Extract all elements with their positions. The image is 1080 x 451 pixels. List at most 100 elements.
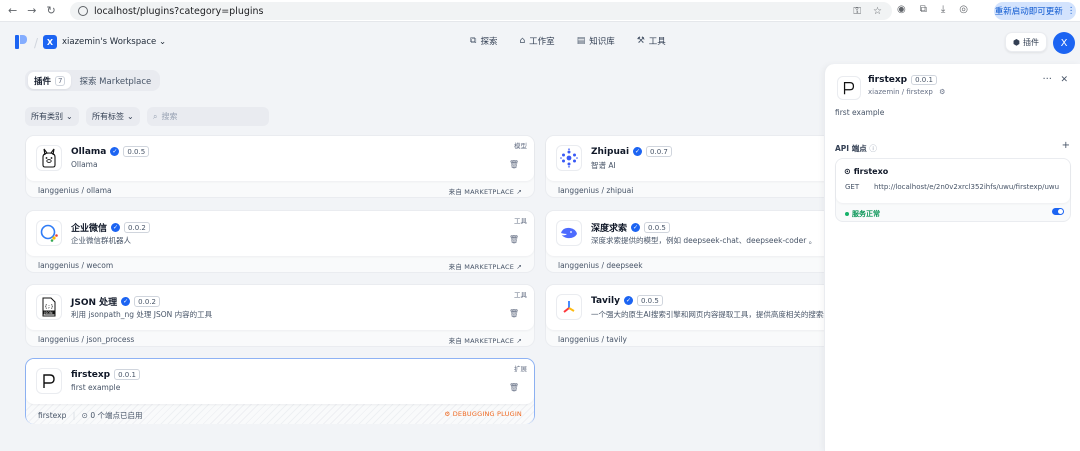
plugin-path: langgenius / tavily	[558, 335, 627, 344]
trash-icon[interactable]: 🗑	[509, 160, 519, 169]
plugin-description: 一个强大的原生AI搜索引擎和网页内容提取工具，提供高度相关的搜索结	[591, 310, 831, 319]
plugin-card-json-process[interactable]: {;} JSON JSON 处理 ✓ 0.0.2 利用 jsonpath_ng 处…	[25, 284, 535, 347]
nav-knowledge[interactable]: ▤ 知识库	[577, 35, 615, 47]
plugin-description: 深度求索提供的模型，例如 deepseek-chat、deepseek-code…	[591, 236, 817, 245]
workspace-name: xiazemin's Workspace	[62, 37, 157, 47]
trash-icon[interactable]: 🗑	[509, 235, 519, 244]
plugin-title: Tavily ✓ 0.0.5	[591, 295, 663, 306]
chevron-down-icon: ⌄	[127, 112, 134, 121]
plugin-title: Ollama ✓ 0.0.5	[71, 146, 150, 157]
browser-nav: ← → ↻	[0, 4, 68, 17]
workspace-avatar[interactable]: X	[43, 35, 57, 49]
key-icon[interactable]: ⚿	[853, 6, 861, 17]
endpoint-icon: ⊙	[844, 167, 851, 176]
panel-plugin-name: firstexp	[868, 75, 908, 85]
plugin-title: firstexp 0.0.1	[71, 369, 140, 380]
profile-icon[interactable]: ◎	[959, 4, 968, 15]
search-icon: ⌕	[153, 111, 158, 121]
reload-icon[interactable]: ↻	[46, 4, 55, 17]
tab-marketplace[interactable]: 探索 Marketplace	[73, 72, 157, 89]
browser-toolbar: ← → ↻ localhost/plugins?category=plugins…	[0, 0, 1080, 22]
user-avatar[interactable]: X	[1053, 32, 1075, 54]
plugin-description: 企业微信群机器人	[71, 236, 131, 245]
verified-icon: ✓	[633, 147, 643, 156]
bookmark-star-icon[interactable]: ☆	[873, 6, 882, 17]
debugging-plugin-label: DEBUGGING PLUGIN	[452, 410, 522, 418]
footer-divider: |	[72, 411, 76, 420]
panel-author-path-text: xiazemin / firstexp	[868, 88, 933, 96]
panel-description: first example	[835, 108, 885, 117]
dify-logo-icon[interactable]	[15, 35, 27, 49]
studio-icon: ⌂	[519, 36, 526, 46]
plugin-tabs: 插件 7 探索 Marketplace	[25, 70, 161, 91]
tab-plugins[interactable]: 插件 7	[28, 72, 72, 89]
plugin-description: 利用 jsonpath_ng 处理 JSON 内容的工具	[71, 310, 213, 319]
endpoint-url[interactable]: http://localhost/e/2n0v2xrcl352ihfs/uwu/…	[874, 183, 1064, 191]
category-filter[interactable]: 所有类别 ⌄	[25, 107, 79, 126]
category-label: 扩展	[514, 365, 527, 373]
firstexp-p-icon	[36, 368, 62, 394]
nav-studio-label: 工作室	[529, 37, 555, 47]
back-icon[interactable]: ←	[8, 4, 17, 17]
version-badge: 0.0.2	[124, 222, 150, 233]
endpoint-title: ⊙ firstexo	[844, 167, 888, 176]
update-button[interactable]: 重新启动即可更新 ⋮	[994, 2, 1076, 20]
puzzle-icon[interactable]: ⧉	[920, 4, 927, 15]
plugin-path: langgenius / ollama	[38, 186, 112, 195]
plugin-description: 智谱 AI	[591, 161, 616, 170]
trash-icon[interactable]: 🗑	[509, 383, 519, 392]
address-bar[interactable]: localhost/plugins?category=plugins ⚿ ☆	[70, 2, 892, 20]
plugins-button[interactable]: ⬢ 插件	[1005, 32, 1047, 52]
plugin-path: langgenius / wecom	[38, 261, 114, 270]
plugin-name: firstexp	[71, 369, 111, 380]
nav-explore[interactable]: ⧉ 探索	[470, 35, 497, 47]
explore-icon: ⧉	[470, 36, 477, 46]
category-label: 工具	[514, 217, 527, 225]
version-badge: 0.0.7	[646, 146, 672, 157]
workspace-switcher[interactable]: xiazemin's Workspace ⌄	[62, 37, 166, 47]
endpoints-enabled: 0 个端点已启用	[90, 411, 143, 420]
url-text[interactable]: localhost/plugins?category=plugins	[94, 6, 264, 17]
forward-icon[interactable]: →	[27, 4, 36, 17]
plugins-button-label: 插件	[1022, 37, 1039, 47]
plugin-title: 企业微信 ✓ 0.0.2	[71, 221, 150, 234]
plugin-path: firstexp | ⊙ 0 个端点已启用	[38, 410, 143, 421]
tag-filter-label: 所有标签	[92, 112, 124, 121]
plugin-title: Zhipuai ✓ 0.0.7	[591, 146, 672, 157]
app-header: / X xiazemin's Workspace ⌄ ⧉ 探索 ⌂ 工作室 ▤ …	[0, 23, 1080, 63]
more-options-icon[interactable]: ···	[1042, 74, 1052, 85]
endpoint-status: 服务正常	[845, 209, 880, 219]
nav-studio[interactable]: ⌂ 工作室	[519, 35, 554, 47]
endpoint-toggle[interactable]	[1052, 208, 1064, 215]
extension-icon[interactable]: ◉	[897, 4, 906, 15]
update-label: 重新启动即可更新	[994, 7, 1063, 17]
plugin-card-wecom[interactable]: 企业微信 ✓ 0.0.2 企业微信群机器人 工具 🗑 langgenius / …	[25, 210, 535, 273]
marketplace-link[interactable]: 来自 MARKETPLACE ↗	[449, 186, 522, 196]
svg-text:{;}: {;}	[45, 304, 54, 310]
site-info-icon[interactable]	[78, 6, 88, 16]
plugin-path: langgenius / zhipuai	[558, 186, 634, 195]
close-icon[interactable]: ✕	[1060, 75, 1068, 85]
nav-tools[interactable]: ⚒ 工具	[637, 35, 666, 47]
plugin-card-ollama[interactable]: Ollama ✓ 0.0.5 Ollama 模型 🗑 langgenius / …	[25, 135, 535, 198]
version-badge: 0.0.2	[134, 296, 160, 307]
tavily-icon	[556, 294, 582, 320]
tag-filter[interactable]: 所有标签 ⌄	[86, 107, 140, 126]
trash-icon[interactable]: 🗑	[509, 309, 519, 318]
search-input[interactable]: ⌕ 搜索	[147, 107, 269, 126]
endpoint-card[interactable]: ⊙ firstexo GET http://localhost/e/2n0v2x…	[835, 158, 1071, 222]
plugin-card-firstexp[interactable]: firstexp 0.0.1 first example 扩展 🗑 firste…	[25, 358, 535, 424]
search-placeholder: 搜索	[161, 112, 178, 121]
api-endpoints-heading: API 端点 ⓘ	[835, 143, 877, 154]
plugin-path: langgenius / deepseek	[558, 261, 643, 270]
marketplace-link[interactable]: 来自 MARKETPLACE ↗	[449, 335, 522, 345]
bug-icon: ⚙	[444, 410, 451, 418]
add-endpoint-icon[interactable]: +	[1062, 140, 1070, 151]
info-icon[interactable]: ⓘ	[869, 144, 877, 153]
nav-explore-label: 探索	[480, 37, 498, 47]
api-endpoints-heading-text: API 端点	[835, 144, 867, 153]
marketplace-link[interactable]: 来自 MARKETPLACE ↗	[449, 261, 522, 271]
plugin-name: JSON 处理	[71, 298, 118, 308]
download-icon[interactable]: ⤓	[941, 4, 945, 15]
header-divider: /	[34, 36, 39, 50]
